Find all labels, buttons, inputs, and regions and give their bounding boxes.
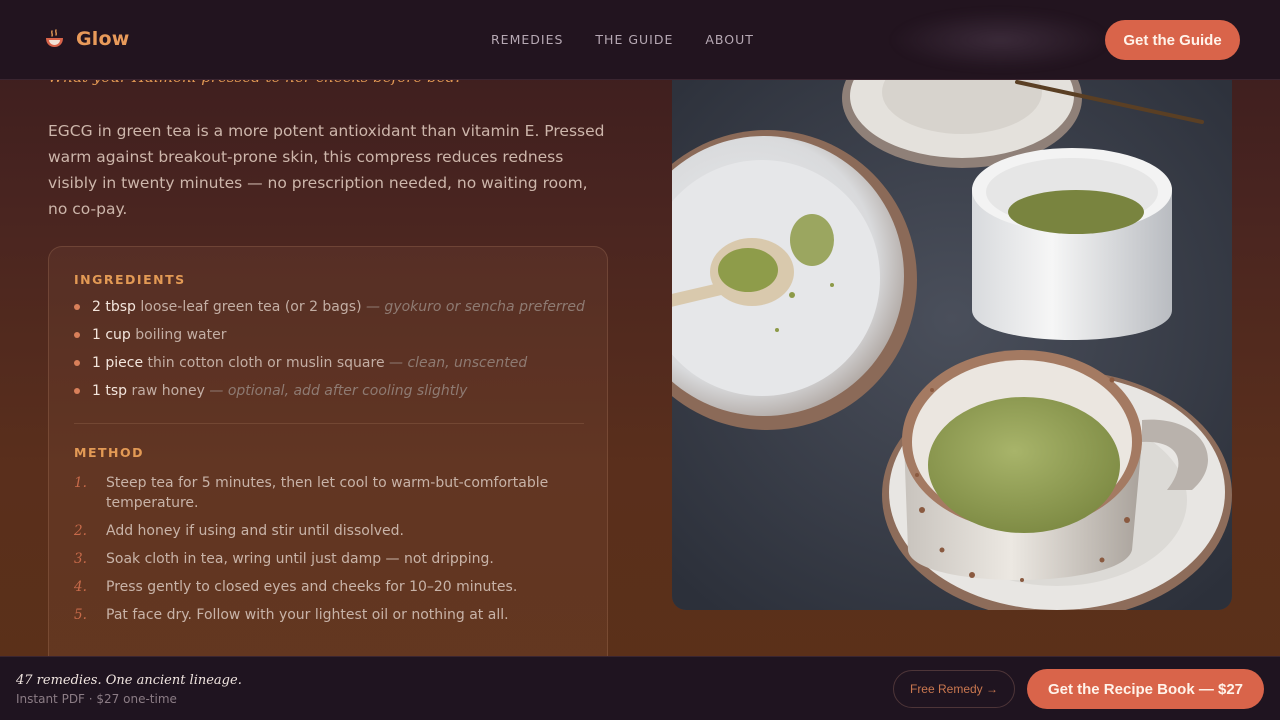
bar-subline: Instant PDF · $27 one-time bbox=[16, 692, 177, 706]
ingredient-note: — gyokuro or sencha preferred bbox=[361, 299, 585, 315]
step-number: 2. bbox=[74, 523, 87, 539]
ingredient-name: boiling water bbox=[130, 327, 227, 343]
logo-text: Glow bbox=[76, 28, 130, 50]
main-nav: REMEDIES THE GUIDE ABOUT bbox=[491, 32, 754, 47]
sticky-purchase-bar: 47 remedies. One ancient lineage. Instan… bbox=[0, 656, 1280, 720]
ingredient-note: — clean, unscented bbox=[384, 355, 528, 371]
ingredient-note: — optional, add after cooling slightly bbox=[204, 383, 468, 399]
nav-remedies[interactable]: REMEDIES bbox=[491, 32, 563, 47]
method-heading: METHOD bbox=[74, 445, 144, 460]
recipe-card: INGREDIENTS 2 tbsp loose-leaf green tea … bbox=[48, 246, 608, 676]
bar-tagline: 47 remedies. One ancient lineage. bbox=[16, 673, 242, 688]
card-divider bbox=[74, 423, 584, 424]
header-glow bbox=[890, 10, 1110, 70]
bullet-icon bbox=[74, 304, 80, 310]
ingredient-qty: 1 piece bbox=[92, 355, 144, 371]
step-text: Steep tea for 5 minutes, then let cool t… bbox=[106, 475, 549, 511]
site-header: Glow REMEDIES THE GUIDE ABOUT Get the Gu… bbox=[0, 0, 1280, 80]
matcha-photo bbox=[672, 80, 1232, 610]
bullet-icon bbox=[74, 360, 80, 366]
free-remedy-button[interactable]: Free Remedy → bbox=[893, 670, 1015, 708]
teacup-icon bbox=[46, 29, 63, 47]
ingredient-qty: 1 cup bbox=[92, 327, 131, 343]
ingredient-qty: 2 tbsp bbox=[92, 299, 136, 315]
bullet-icon bbox=[74, 388, 80, 394]
ingredient-qty: 1 tsp bbox=[92, 383, 128, 399]
get-recipe-book-button[interactable]: Get the Recipe Book — $27 bbox=[1027, 669, 1264, 709]
step-text: Soak cloth in tea, wring until just damp… bbox=[106, 551, 494, 567]
nav-about[interactable]: ABOUT bbox=[705, 32, 754, 47]
step-number: 4. bbox=[74, 579, 87, 595]
step-number: 5. bbox=[74, 607, 87, 623]
nav-the-guide[interactable]: THE GUIDE bbox=[595, 32, 673, 47]
step-text: Press gently to closed eyes and cheeks f… bbox=[106, 579, 518, 595]
ingredient-name: loose-leaf green tea (or 2 bags) bbox=[135, 299, 362, 315]
ingredient-name: thin cotton cloth or muslin square bbox=[143, 355, 385, 371]
step-text: Add honey if using and stir until dissol… bbox=[106, 523, 404, 539]
bullet-icon bbox=[74, 332, 80, 338]
step-text: Pat face dry. Follow with your lightest … bbox=[106, 607, 509, 623]
ingredient-name: raw honey bbox=[127, 383, 205, 399]
ingredients-heading: INGREDIENTS bbox=[74, 272, 186, 287]
article-intro: EGCG in green tea is a more potent antio… bbox=[48, 122, 605, 218]
get-the-guide-button[interactable]: Get the Guide bbox=[1105, 20, 1240, 60]
logo[interactable]: Glow bbox=[44, 28, 130, 50]
step-number: 1. bbox=[74, 475, 87, 491]
step-number: 3. bbox=[74, 551, 87, 567]
